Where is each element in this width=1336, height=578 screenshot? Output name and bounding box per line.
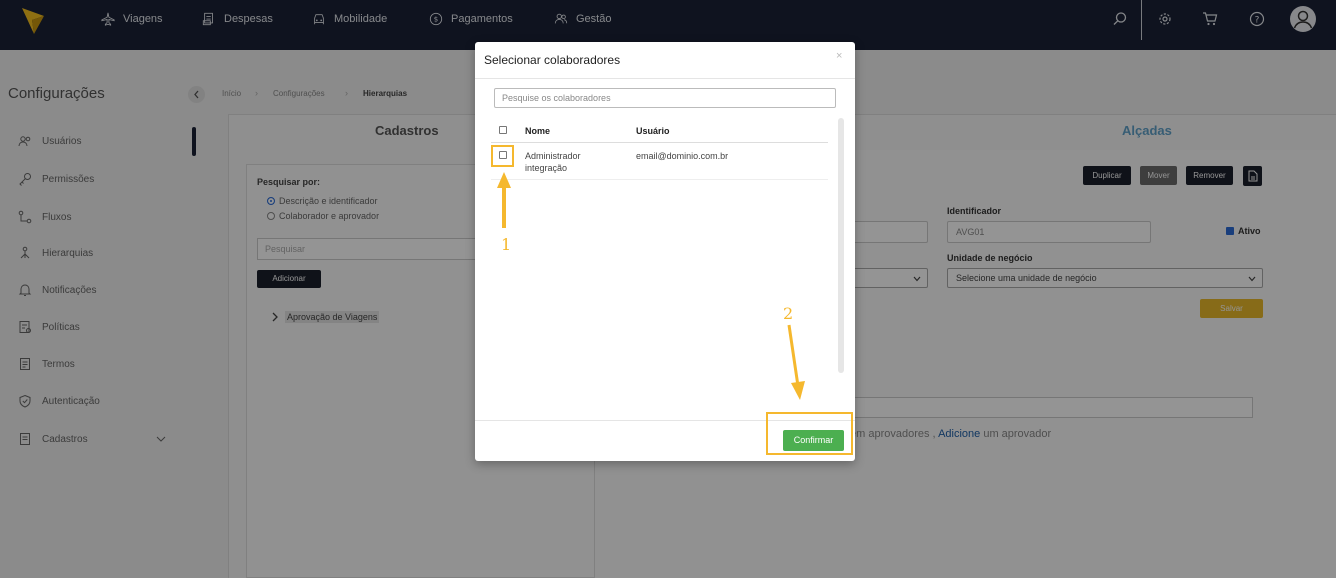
row-nome-line1: Administrador xyxy=(525,151,581,161)
modal-title: Selecionar colaboradores xyxy=(484,53,621,67)
table-header-divider xyxy=(491,142,828,143)
row-nome: Administrador integração xyxy=(525,150,581,174)
row-nome-line2: integração xyxy=(525,163,568,173)
highlight-checkbox-box xyxy=(491,145,514,167)
column-header-nome: Nome xyxy=(525,126,551,136)
annotation-step-2: 2 xyxy=(783,304,794,323)
select-all-checkbox[interactable] xyxy=(499,126,507,134)
highlight-confirm-box xyxy=(766,412,853,455)
collaborator-search-input[interactable]: Pesquise os colaboradores xyxy=(494,88,836,108)
table-row-divider xyxy=(491,179,828,180)
close-icon[interactable]: × xyxy=(836,50,842,62)
column-header-usuario: Usuário xyxy=(636,126,670,136)
modal-header-divider xyxy=(475,78,855,79)
select-collaborators-modal: Selecionar colaboradores × Pesquise os c… xyxy=(475,42,855,461)
row-usuario: email@dominio.com.br xyxy=(636,151,729,161)
annotation-step-1: 1 xyxy=(501,235,512,254)
modal-scrollbar[interactable] xyxy=(838,118,844,373)
